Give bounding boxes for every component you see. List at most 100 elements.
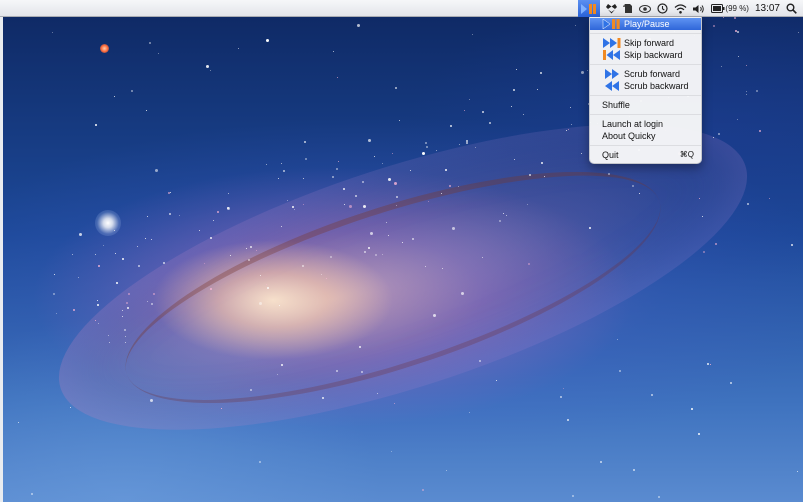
star [562,387,564,389]
star [608,172,611,175]
star [162,261,165,264]
star [651,393,654,396]
star [146,300,148,302]
star [54,274,56,276]
star [736,30,739,33]
star [226,206,229,209]
star [702,251,705,254]
star [121,257,124,260]
menu-bar: (99 %) 13:07 [0,0,803,17]
evernote-icon[interactable] [623,0,633,17]
star [536,89,538,91]
menu-item-skip-backward[interactable]: Skip backward [590,49,701,61]
menu-separator [590,114,701,115]
battery-status[interactable]: (99 %) [711,0,749,17]
menu-item-play-pause[interactable]: Play/Pause [590,18,701,30]
menu-item-label: Launch at login [602,119,664,129]
star [713,24,716,27]
star [31,492,34,495]
red-star [100,44,109,53]
quicky-menu-extra[interactable] [578,0,601,17]
menu-item-skip-forward[interactable]: Skip forward [590,37,701,49]
star [154,169,158,173]
star [567,419,570,422]
star [575,24,577,26]
wifi-icon[interactable] [674,0,687,17]
scrub-forward-icon [602,68,622,80]
menu-item-label: Scrub forward [624,69,681,79]
star [149,42,152,45]
star [638,192,640,194]
star [237,48,239,50]
star [449,125,452,128]
star [394,87,397,90]
star [458,143,460,145]
star [199,230,201,232]
menu-item-scrub-forward[interactable]: Scrub forward [590,68,701,80]
star [303,141,306,144]
star [658,495,661,498]
star [170,192,171,194]
star [714,242,717,245]
star [482,110,485,113]
star [149,398,153,402]
star [464,109,466,111]
star [266,286,269,289]
star [738,55,740,57]
skip-backward-icon [602,49,622,61]
star [697,432,700,435]
star [97,265,100,268]
star [333,50,335,52]
battery-icon [711,4,725,13]
star [460,291,464,295]
star [424,142,427,145]
eye-icon[interactable] [639,0,652,17]
star [136,246,138,248]
star [331,176,334,179]
star [511,106,513,108]
star [465,140,468,143]
dropbox-icon[interactable] [606,0,618,17]
star [720,66,722,68]
star [481,256,483,258]
star [146,216,148,218]
volume-icon[interactable] [693,0,705,17]
star [387,177,391,181]
star [790,244,793,247]
star [130,89,133,92]
star [571,495,574,498]
star [737,118,739,120]
star [599,460,602,463]
star [471,34,473,36]
star [71,253,73,255]
star [368,138,372,142]
star [717,132,720,135]
star [227,193,229,195]
star [382,162,384,164]
spotlight-search-icon[interactable] [786,0,797,17]
star [77,276,79,278]
menu-item-shuffle[interactable]: Shuffle [590,99,701,111]
menu-item-launch-at-login[interactable]: Launch at login [590,118,701,130]
star [303,177,305,179]
star [523,114,525,116]
star [570,106,572,108]
star [79,233,83,237]
star [113,229,115,231]
star [376,392,378,394]
star [102,244,104,246]
star [280,225,282,227]
star [526,204,528,206]
star [498,219,501,222]
star [746,65,748,67]
menu-item-quit[interactable]: Quit ⌘Q [590,149,701,161]
menu-item-about-quicky[interactable]: About Quicky [590,130,701,142]
star [277,178,279,180]
menu-item-scrub-backward[interactable]: Scrub backward [590,80,701,92]
star [617,338,619,340]
star [96,300,98,302]
star [145,109,147,111]
menu-bar-clock[interactable]: 13:07 [755,0,780,17]
time-machine-icon[interactable] [657,0,669,17]
star [426,146,429,149]
